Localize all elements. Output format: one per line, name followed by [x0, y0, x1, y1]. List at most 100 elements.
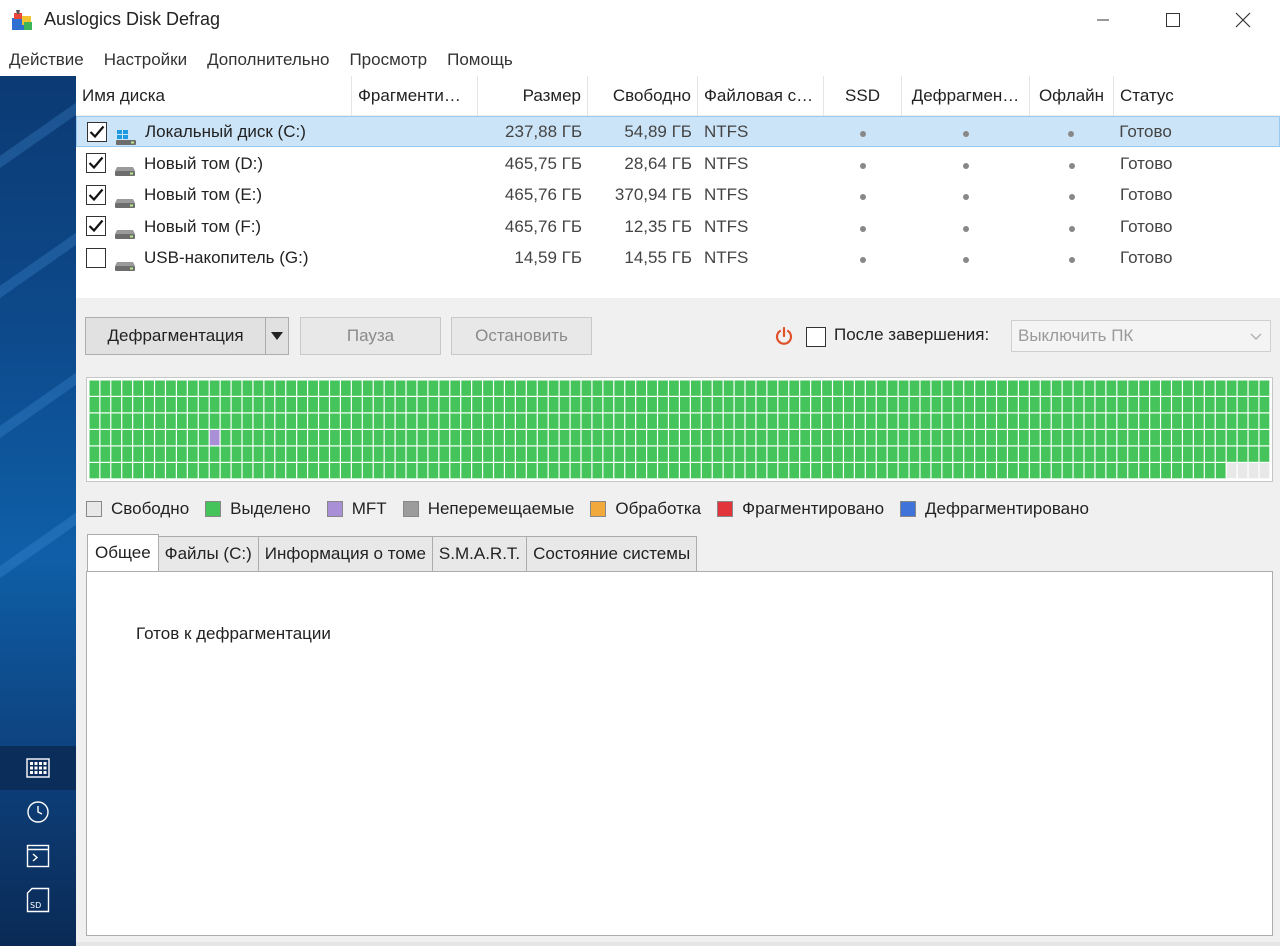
sidebar-scheduler-button[interactable]: [0, 790, 76, 834]
tab-4[interactable]: Состояние системы: [527, 536, 698, 572]
tab-2[interactable]: Информация о томе: [258, 536, 433, 572]
column-header-free[interactable]: Свободно: [588, 76, 698, 116]
defrag-options-dropdown[interactable]: [266, 318, 288, 354]
column-header-defrag[interactable]: Дефрагмен…: [902, 76, 1030, 116]
cluster-block: [1172, 446, 1182, 462]
defrag-button[interactable]: Дефрагментация: [86, 318, 267, 354]
column-header-offline[interactable]: Офлайн: [1030, 76, 1114, 116]
cluster-block: [1193, 380, 1204, 396]
cluster-block: [592, 446, 603, 462]
cluster-legend: Свободно Выделено MFT Неперемещаемые Обработ…: [86, 497, 1105, 521]
cluster-block: [373, 430, 384, 446]
cluster-block: [308, 446, 318, 462]
column-header-status[interactable]: Статус: [1114, 76, 1280, 116]
cluster-block: [198, 430, 209, 446]
cluster-block: [986, 463, 996, 479]
cluster-block: [581, 463, 592, 479]
cluster-block: [986, 430, 996, 446]
cluster-block: [603, 397, 614, 413]
disk-checkbox[interactable]: [86, 184, 106, 205]
pause-button[interactable]: Пауза: [300, 317, 441, 355]
disk-checkbox[interactable]: [86, 216, 106, 236]
maximize-button[interactable]: [1138, 0, 1208, 40]
cluster-block: [166, 413, 176, 429]
cluster-block: [461, 463, 472, 479]
sidebar-sd-button[interactable]: SD: [0, 878, 76, 922]
power-icon: [775, 326, 793, 345]
table-row[interactable]: USB-накопитель (G:) 14,59 ГБ 14,55 ГБ NTFS Г…: [76, 242, 1280, 273]
cluster-block: [909, 380, 920, 396]
cluster-block: [559, 463, 570, 479]
after-completion-select[interactable]: Выключить ПК: [1011, 320, 1271, 352]
cluster-block: [166, 446, 176, 462]
cluster-block: [690, 430, 701, 446]
cluster-block: [483, 397, 493, 413]
cluster-block: [351, 397, 362, 413]
cluster-block: [264, 413, 275, 429]
cluster-block: [1040, 430, 1051, 446]
cluster-block: [450, 430, 461, 446]
table-row[interactable]: Новый том (E:) 465,76 ГБ 370,94 ГБ NTFS Гото…: [76, 179, 1280, 210]
size-cell: 237,88 ГБ: [505, 122, 583, 141]
column-header-fragmented[interactable]: Фрагменти…: [352, 76, 478, 116]
cluster-block: [209, 463, 220, 479]
cluster-block: [669, 380, 679, 396]
table-row[interactable]: Локальный диск (C:) 237,88 ГБ 54,89 ГБ NTFS…: [76, 116, 1280, 147]
cluster-block: [1128, 380, 1139, 396]
table-row[interactable]: Новый том (D:) 465,75 ГБ 28,64 ГБ NTFS Готов…: [76, 148, 1280, 179]
cluster-map: [86, 377, 1273, 482]
cluster-block: [734, 463, 745, 479]
after-completion-checkbox[interactable]: [806, 327, 826, 347]
tab-0[interactable]: Общее: [87, 534, 159, 572]
cluster-block: [614, 463, 625, 479]
menu-help[interactable]: Помощь: [437, 44, 523, 76]
cluster-block: [111, 413, 122, 429]
cluster-block: [767, 380, 778, 396]
sidebar-defrag-map-button[interactable]: [0, 746, 76, 790]
column-header-name[interactable]: Имя диска: [76, 76, 352, 116]
cluster-block: [581, 380, 592, 396]
menu-action[interactable]: Действие: [0, 44, 94, 76]
cluster-block: [669, 430, 679, 446]
cluster-block: [187, 413, 198, 429]
minimize-button[interactable]: [1068, 0, 1138, 40]
cluster-block: [1106, 397, 1117, 413]
close-button[interactable]: [1208, 0, 1278, 40]
cluster-block: [428, 397, 439, 413]
sidebar-console-button[interactable]: [0, 834, 76, 878]
tab-3[interactable]: S.M.A.R.T.: [432, 536, 528, 572]
cluster-block: [865, 446, 876, 462]
cluster-block: [275, 413, 286, 429]
disk-name-cell: Новый том (F:): [76, 211, 352, 242]
cluster-block: [811, 430, 821, 446]
table-row[interactable]: Новый том (F:) 465,76 ГБ 12,35 ГБ NTFS Готов…: [76, 211, 1280, 242]
cluster-block: [1204, 430, 1215, 446]
filesystem-cell: NTFS: [703, 122, 749, 141]
disk-checkbox[interactable]: [86, 247, 106, 268]
cluster-block: [242, 380, 253, 396]
column-header-ssd[interactable]: SSD: [824, 76, 902, 116]
cluster-block: [844, 413, 854, 429]
menu-advanced[interactable]: Дополнительно: [197, 44, 339, 76]
cluster-block: [253, 430, 264, 446]
menu-view[interactable]: Просмотр: [339, 44, 437, 76]
cluster-block: [614, 380, 625, 396]
column-header-filesystem[interactable]: Файловая с…: [698, 76, 824, 116]
menu-settings[interactable]: Настройки: [94, 44, 197, 76]
cluster-block: [362, 446, 373, 462]
cluster-block: [1183, 397, 1193, 413]
cluster-block: [548, 463, 559, 479]
cluster-block: [636, 463, 646, 479]
tab-1[interactable]: Файлы (C:): [158, 536, 259, 572]
cluster-block: [1128, 413, 1139, 429]
cluster-block: [483, 446, 493, 462]
stop-button[interactable]: Остановить: [451, 317, 592, 355]
column-header-size[interactable]: Размер: [478, 76, 588, 116]
cluster-block: [1095, 397, 1106, 413]
cluster-block: [1215, 463, 1226, 479]
cluster-block: [122, 463, 133, 479]
cluster-block: [975, 463, 985, 479]
disk-checkbox[interactable]: [87, 121, 107, 142]
cluster-block: [767, 413, 778, 429]
disk-checkbox[interactable]: [86, 153, 106, 173]
